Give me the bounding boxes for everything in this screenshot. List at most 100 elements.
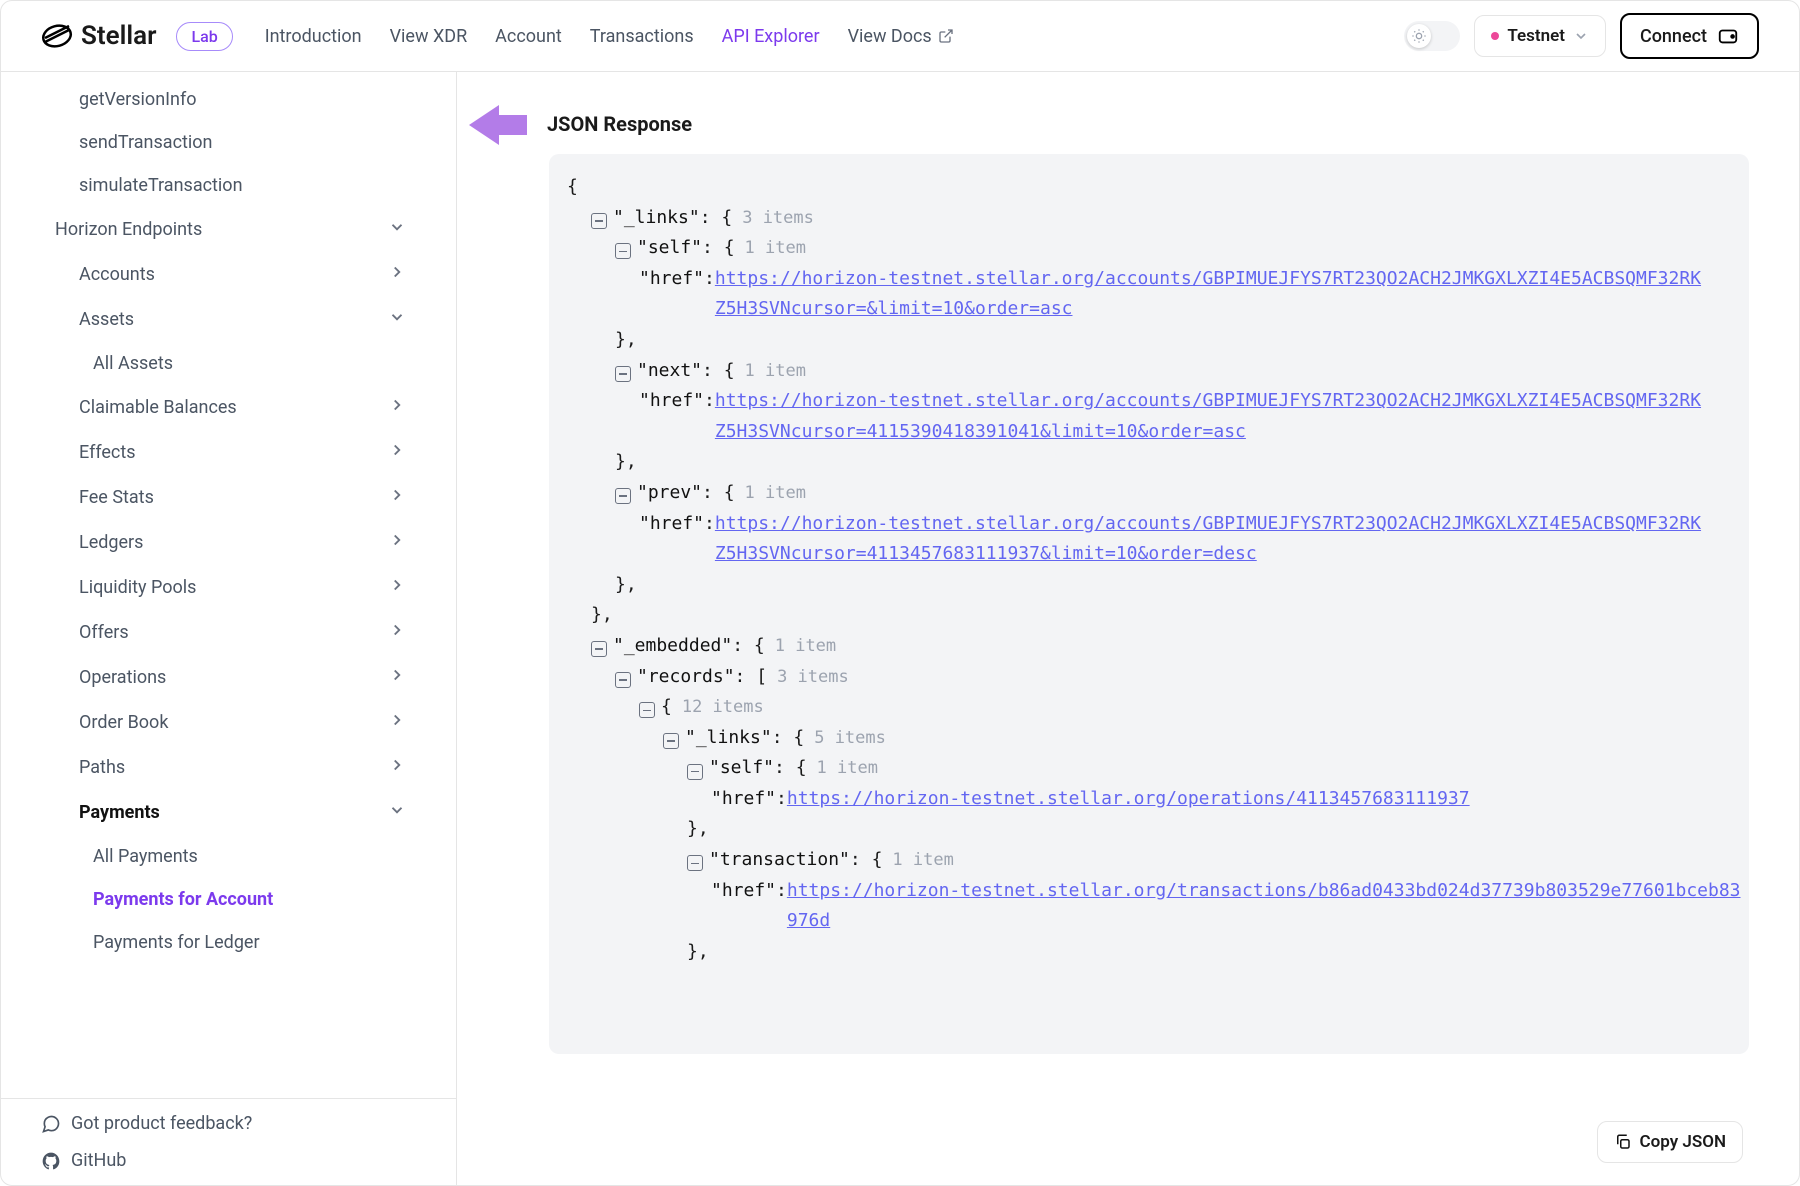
sidebar-item-all-payments[interactable]: All Payments — [1, 835, 456, 878]
json-line: "_links": {3 items — [567, 203, 1749, 234]
sidebar-item-label: Operations — [79, 667, 166, 688]
json-link[interactable]: https://horizon-testnet.stellar.org/acco… — [715, 386, 1705, 447]
pointer-arrow-icon — [469, 100, 529, 150]
sidebar-item-claimable-balances[interactable]: Claimable Balances — [1, 385, 456, 430]
item-count-hint: 1 item — [892, 850, 953, 870]
sidebar-item-label: All Payments — [93, 846, 198, 867]
sidebar-item-payments-for-account[interactable]: Payments for Account — [1, 878, 456, 921]
sidebar-item-order-book[interactable]: Order Book — [1, 700, 456, 745]
feedback-label: Got product feedback? — [71, 1113, 252, 1134]
brand-text: Stellar — [81, 21, 156, 51]
sidebar-item-getversioninfo[interactable]: getVersionInfo — [1, 78, 456, 121]
nav-item-transactions[interactable]: Transactions — [590, 26, 694, 47]
sidebar-item-effects[interactable]: Effects — [1, 430, 456, 475]
sidebar-item-label: Ledgers — [79, 532, 143, 553]
json-line: "transaction": {1 item — [567, 845, 1749, 876]
github-icon — [41, 1151, 61, 1171]
collapse-toggle[interactable] — [615, 488, 631, 504]
chevron-down-icon — [388, 801, 406, 824]
logo[interactable]: Stellar — [41, 20, 156, 52]
item-count-hint: 3 items — [777, 667, 849, 687]
copy-json-button[interactable]: Copy JSON — [1597, 1121, 1743, 1163]
sun-icon — [1407, 24, 1431, 48]
json-line: }, — [567, 325, 1749, 356]
sidebar-item-simulatetransaction[interactable]: simulateTransaction — [1, 164, 456, 207]
sidebar-item-accounts[interactable]: Accounts — [1, 252, 456, 297]
sidebar-item-operations[interactable]: Operations — [1, 655, 456, 700]
network-label: Testnet — [1507, 26, 1565, 46]
chevron-down-icon — [388, 308, 406, 331]
sidebar-scroll[interactable]: getVersionInfo sendTransaction simulateTra… — [1, 72, 456, 1098]
sidebar-item-sendtransaction[interactable]: sendTransaction — [1, 121, 456, 164]
json-link[interactable]: https://horizon-testnet.stellar.org/acco… — [715, 509, 1705, 570]
nav-item-api-explorer[interactable]: API Explorer — [722, 26, 820, 47]
json-line: "href": https://horizon-testnet.stellar.… — [567, 386, 1749, 447]
external-link-icon — [938, 28, 954, 44]
sidebar-item-fee-stats[interactable]: Fee Stats — [1, 475, 456, 520]
nav-item-view-docs[interactable]: View Docs — [848, 26, 954, 47]
sidebar-item-offers[interactable]: Offers — [1, 610, 456, 655]
chevron-right-icon — [388, 666, 406, 689]
collapse-toggle[interactable] — [591, 213, 607, 229]
json-line: "records": [3 items — [567, 662, 1749, 693]
sidebar-item-label: Payments — [79, 802, 160, 823]
stellar-icon — [41, 20, 73, 52]
sidebar-item-label: Offers — [79, 622, 129, 643]
sidebar-item-label: sendTransaction — [79, 132, 212, 153]
nav-item-introduction[interactable]: Introduction — [265, 26, 362, 47]
top-nav: Introduction View XDR Account Transactions A… — [265, 26, 954, 47]
sidebar-item-paths[interactable]: Paths — [1, 745, 456, 790]
json-line: }, — [567, 570, 1749, 601]
nav-item-account[interactable]: Account — [495, 26, 562, 47]
collapse-toggle[interactable] — [615, 243, 631, 259]
header: Stellar Lab Introduction View XDR Account T… — [1, 1, 1799, 72]
sidebar-item-label: All Assets — [93, 353, 173, 374]
collapse-toggle[interactable] — [615, 672, 631, 688]
json-response-panel[interactable]: {"_links": {3 items"self": {1 item"href"… — [549, 154, 1749, 1054]
network-selector[interactable]: Testnet — [1474, 15, 1606, 57]
chat-icon — [41, 1114, 61, 1134]
collapse-toggle[interactable] — [687, 764, 703, 780]
section-title: JSON Response — [457, 112, 1799, 154]
sidebar-item-payments[interactable]: Payments — [1, 790, 456, 835]
item-count-hint: 1 item — [745, 238, 806, 258]
collapse-toggle[interactable] — [639, 702, 655, 718]
collapse-toggle[interactable] — [687, 855, 703, 871]
sidebar-item-liquidity-pools[interactable]: Liquidity Pools — [1, 565, 456, 610]
json-key: "prev" — [637, 482, 702, 503]
json-key: "records" — [637, 666, 735, 687]
lab-badge[interactable]: Lab — [176, 22, 232, 51]
sidebar-item-label: Assets — [79, 309, 134, 330]
chevron-right-icon — [388, 441, 406, 464]
collapse-toggle[interactable] — [663, 733, 679, 749]
collapse-toggle[interactable] — [615, 366, 631, 382]
json-line: }, — [567, 814, 1749, 845]
copy-icon — [1614, 1133, 1632, 1151]
item-count-hint: 1 item — [745, 361, 806, 381]
json-link[interactable]: https://horizon-testnet.stellar.org/oper… — [787, 784, 1470, 815]
json-line: "self": {1 item — [567, 753, 1749, 784]
theme-toggle[interactable] — [1404, 21, 1460, 51]
nav-item-view-xdr[interactable]: View XDR — [390, 26, 468, 47]
sidebar-item-assets[interactable]: Assets — [1, 297, 456, 342]
chevron-right-icon — [388, 396, 406, 419]
feedback-link[interactable]: Got product feedback? — [41, 1113, 416, 1134]
sidebar-item-horizon-endpoints[interactable]: Horizon Endpoints — [1, 207, 456, 252]
json-line: { — [567, 172, 1749, 203]
json-link[interactable]: https://horizon-testnet.stellar.org/acco… — [715, 264, 1705, 325]
json-link[interactable]: https://horizon-testnet.stellar.org/tran… — [787, 876, 1749, 937]
chevron-right-icon — [388, 621, 406, 644]
sidebar-item-all-assets[interactable]: All Assets — [1, 342, 456, 385]
sidebar-item-label: Payments for Account — [93, 889, 273, 910]
sidebar-item-label: Accounts — [79, 264, 155, 285]
sidebar-item-ledgers[interactable]: Ledgers — [1, 520, 456, 565]
item-count-hint: 1 item — [745, 483, 806, 503]
sidebar-item-payments-for-ledger[interactable]: Payments for Ledger — [1, 921, 456, 964]
github-link[interactable]: GitHub — [41, 1150, 416, 1171]
json-key: "_links" — [685, 727, 772, 748]
connect-button[interactable]: Connect — [1620, 13, 1759, 59]
json-key: "next" — [637, 360, 702, 381]
json-line: "self": {1 item — [567, 233, 1749, 264]
collapse-toggle[interactable] — [591, 641, 607, 657]
item-count-hint: 1 item — [817, 758, 878, 778]
